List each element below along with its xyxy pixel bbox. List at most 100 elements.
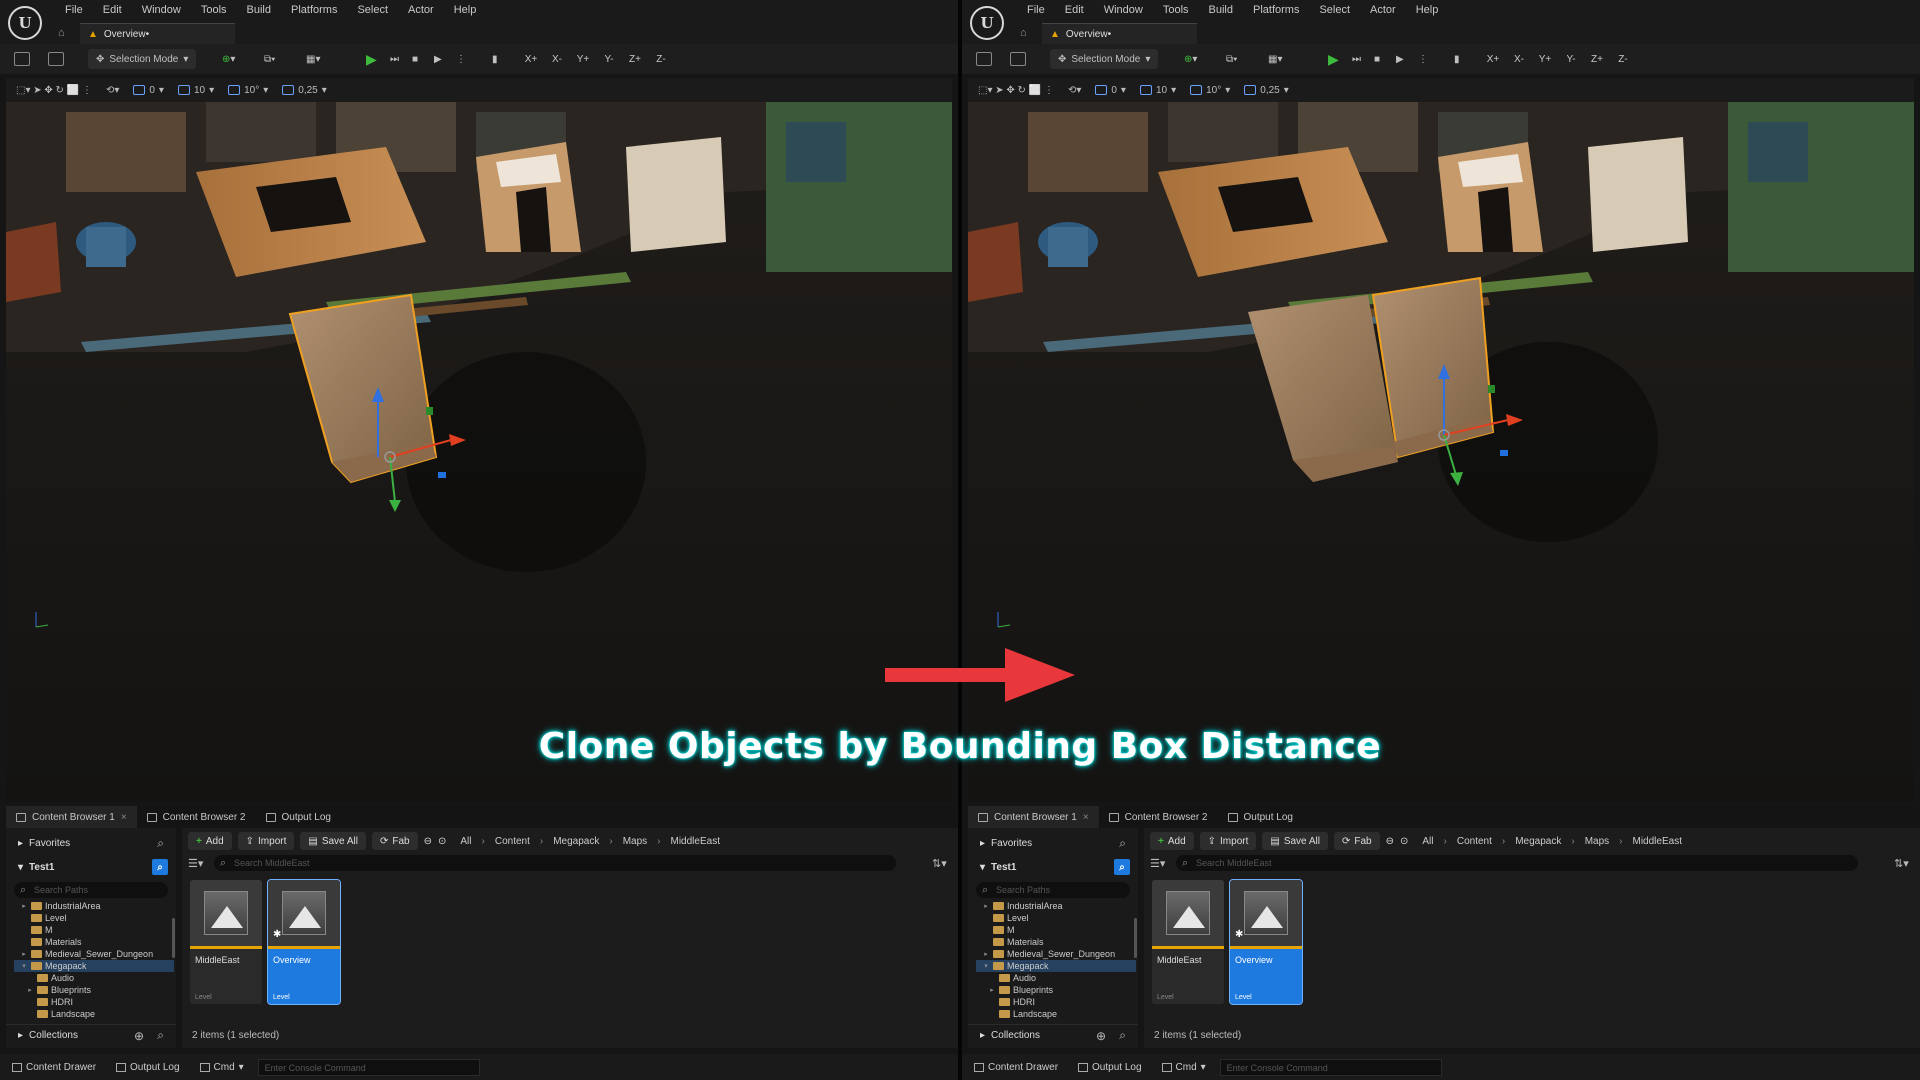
scale-snap[interactable]: 0,25 ▾ — [282, 85, 327, 96]
breadcrumb-item[interactable]: MiddleEast — [671, 836, 720, 847]
expand-arrow-icon[interactable]: ▸ — [20, 902, 28, 910]
blueprint-icon[interactable]: ⧉▾ — [264, 50, 275, 68]
unreal-logo-icon[interactable]: U — [970, 6, 1004, 40]
tree-item[interactable]: ▾ Megapack — [14, 960, 174, 972]
menu-select[interactable]: Select — [1309, 4, 1360, 16]
more-options-icon[interactable]: ⋮ — [1418, 50, 1428, 68]
breadcrumb-item[interactable]: All — [1422, 836, 1433, 847]
tree-item[interactable]: Level — [976, 912, 1136, 924]
expand-arrow-icon[interactable]: ▸ — [20, 950, 28, 958]
search-paths-input[interactable]: Search Paths — [976, 882, 1130, 898]
fab-button[interactable]: ⟳ Fab — [371, 832, 418, 850]
fab-button[interactable]: ⟳ Fab — [1333, 832, 1380, 850]
expand-arrow-icon[interactable]: ▾ — [982, 962, 990, 970]
play-button[interactable]: ▶ — [1328, 50, 1339, 68]
axis-z-minus-button[interactable]: Z- — [648, 54, 674, 65]
tree-item[interactable]: ▸ Medieval_Sewer_Dungeon — [976, 948, 1136, 960]
axis-y-plus-button[interactable]: Y+ — [570, 54, 596, 65]
axis-x-plus-button[interactable]: X+ — [1480, 54, 1506, 65]
tree-item[interactable]: HDRI — [976, 996, 1136, 1008]
save-all-button[interactable]: ▤ Save All — [300, 832, 366, 850]
asset-tile-middleeast[interactable]: MiddleEast Level — [190, 880, 262, 1004]
axis-y-plus-button[interactable]: Y+ — [1532, 54, 1558, 65]
breadcrumb-item[interactable]: MiddleEast — [1633, 836, 1682, 847]
add-actor-icon[interactable]: ⊕ ▾ — [222, 50, 235, 68]
axis-x-minus-button[interactable]: X- — [544, 54, 570, 65]
tree-item[interactable]: M — [14, 924, 174, 936]
breadcrumb-item[interactable]: All — [460, 836, 471, 847]
expand-arrow-icon[interactable]: ▸ — [988, 986, 996, 994]
surface-snap[interactable]: 0 ▾ — [133, 85, 164, 96]
import-button[interactable]: ⇪ Import — [1199, 832, 1257, 850]
output-log-button[interactable]: Output Log — [1072, 1062, 1147, 1073]
tab-output-log[interactable]: Output Log — [256, 806, 341, 828]
add-actor-icon[interactable]: ⊕ ▾ — [1184, 50, 1197, 68]
filter-icon[interactable]: ☰▾ — [188, 857, 208, 870]
add-button[interactable]: + Add — [1150, 832, 1194, 850]
menu-select[interactable]: Select — [347, 4, 398, 16]
transform-tools-icon[interactable]: ⬚▾ ➤ ✥ ↻ ⬜ ⋮ — [978, 85, 1054, 96]
axis-z-plus-button[interactable]: Z+ — [622, 54, 648, 65]
asset-tile-middleeast[interactable]: MiddleEast Level — [1152, 880, 1224, 1004]
axis-z-plus-button[interactable]: Z+ — [1584, 54, 1610, 65]
scale-snap[interactable]: 0,25 ▾ — [1244, 85, 1289, 96]
rotation-snap[interactable]: 10° ▾ — [228, 85, 268, 96]
breadcrumb-item[interactable]: Content — [495, 836, 530, 847]
breadcrumb-item[interactable]: Megapack — [553, 836, 599, 847]
save-all-button[interactable]: ▤ Save All — [1262, 832, 1328, 850]
add-collection-icon[interactable]: ⊕ — [1096, 1029, 1106, 1043]
blueprint-icon[interactable]: ⧉▾ — [1226, 50, 1237, 68]
grid-snap[interactable]: 10 ▾ — [177, 85, 214, 96]
console-input[interactable]: Enter Console Command — [257, 1058, 480, 1076]
tree-item[interactable]: Materials — [976, 936, 1136, 948]
home-icon[interactable]: ⌂ — [58, 27, 70, 39]
menu-help[interactable]: Help — [1406, 4, 1449, 16]
asset-tile-overview[interactable]: ✱ Overview Level — [267, 879, 341, 1005]
tree-item[interactable]: ▸ IndustrialArea — [976, 900, 1136, 912]
tree-item[interactable]: ▸ Medieval_Sewer_Dungeon — [14, 948, 174, 960]
scrollbar[interactable] — [1134, 918, 1137, 958]
tree-item[interactable]: Landscape — [14, 1008, 174, 1020]
browse-icon[interactable] — [1010, 50, 1026, 68]
browse-icon[interactable] — [48, 50, 64, 68]
close-icon[interactable]: × — [1083, 812, 1089, 823]
sort-icon[interactable]: ⇅▾ — [932, 857, 952, 870]
tree-item[interactable]: ▸ IndustrialArea — [14, 900, 174, 912]
menu-tools[interactable]: Tools — [1153, 4, 1199, 16]
collections-header[interactable]: ▸ Collections ⊕ ⌕ — [968, 1024, 1138, 1046]
search-icon[interactable]: ⌕ — [157, 836, 164, 851]
asset-search-input[interactable]: Search MiddleEast — [1176, 855, 1858, 871]
expand-arrow-icon[interactable]: ▸ — [982, 950, 990, 958]
axis-z-minus-button[interactable]: Z- — [1610, 54, 1636, 65]
history-back-icon[interactable]: ⊖ — [1386, 836, 1394, 847]
eject-icon[interactable]: ▶ — [1396, 50, 1404, 68]
menu-platforms[interactable]: Platforms — [1243, 4, 1309, 16]
tab-content-browser-1[interactable]: Content Browser 1 × — [968, 806, 1099, 828]
menu-window[interactable]: Window — [132, 4, 191, 16]
expand-arrow-icon[interactable]: ▸ — [982, 902, 990, 910]
tree-item[interactable]: ▸ Blueprints — [976, 984, 1136, 996]
tree-item[interactable]: Level — [14, 912, 174, 924]
menu-platforms[interactable]: Platforms — [281, 4, 347, 16]
coordinate-space-icon[interactable]: ⟲▾ — [1068, 85, 1081, 96]
tab-content-browser-2[interactable]: Content Browser 2 — [1099, 806, 1218, 828]
selection-mode-dropdown[interactable]: ✥ Selection Mode ▾ — [88, 49, 197, 69]
selection-mode-dropdown[interactable]: ✥ Selection Mode ▾ — [1050, 49, 1159, 69]
tree-item[interactable]: Audio — [976, 972, 1136, 984]
cmd-dropdown[interactable]: Cmd ▾ — [194, 1062, 250, 1073]
menu-help[interactable]: Help — [444, 4, 487, 16]
tree-item[interactable]: ▸ Blueprints — [14, 984, 174, 996]
save-icon[interactable] — [976, 50, 992, 68]
search-toggle-icon[interactable]: ⌕ — [1114, 859, 1130, 875]
home-icon[interactable]: ⌂ — [1020, 27, 1032, 39]
coordinate-space-icon[interactable]: ⟲▾ — [106, 85, 119, 96]
transform-tools-icon[interactable]: ⬚▾ ➤ ✥ ↻ ⬜ ⋮ — [16, 85, 92, 96]
history-forward-icon[interactable]: ⊙ — [438, 836, 446, 847]
history-back-icon[interactable]: ⊖ — [424, 836, 432, 847]
import-button[interactable]: ⇪ Import — [237, 832, 295, 850]
asset-tile-overview[interactable]: ✱ Overview Level — [1229, 879, 1303, 1005]
project-header[interactable]: ▾ Test1 ⌕ — [6, 856, 176, 878]
expand-arrow-icon[interactable]: ▸ — [26, 986, 34, 994]
tree-item[interactable]: Materials — [14, 936, 174, 948]
platforms-icon[interactable]: ▮ — [492, 50, 498, 68]
